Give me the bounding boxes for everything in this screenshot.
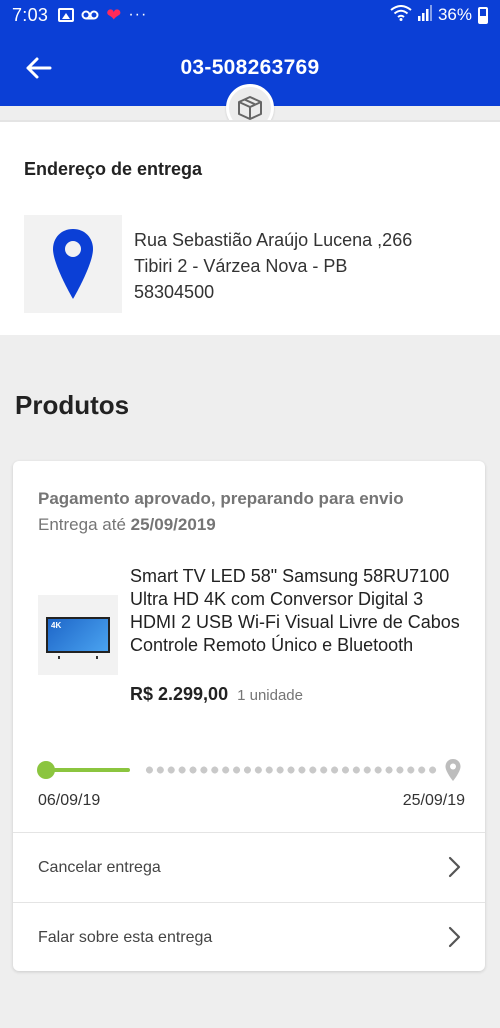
wifi-icon	[390, 4, 412, 26]
heart-icon: ❤	[106, 5, 122, 25]
delivery-estimate: Entrega até 25/09/2019	[38, 515, 216, 535]
cancel-delivery-button[interactable]: Cancelar entrega	[13, 832, 485, 902]
product-name[interactable]: Smart TV LED 58" Samsung 58RU7100 Ultra …	[130, 565, 470, 657]
map-pin-icon	[24, 215, 122, 313]
back-button[interactable]	[20, 50, 56, 86]
tv-thumb-label: 4K	[51, 621, 62, 630]
battery-percent: 36%	[437, 5, 472, 24]
tracking-start-date: 06/09/19	[38, 792, 101, 809]
image-icon	[58, 8, 75, 22]
delivery-prefix: Entrega até	[38, 515, 126, 534]
more-notifications-icon: ···	[128, 6, 148, 23]
products-title: Produtos	[15, 390, 130, 420]
talk-about-delivery-button[interactable]: Falar sobre esta entrega	[13, 902, 485, 972]
address-heading: Endereço de entrega	[24, 159, 203, 179]
product-price-line: R$ 2.299,00 1 unidade	[130, 684, 303, 705]
page-title: 03-508263769	[180, 56, 320, 79]
tracking-timeline	[37, 759, 467, 783]
cancel-delivery-label: Cancelar entrega	[38, 858, 161, 876]
status-bar: 7:03 ❤ ··· 36%	[0, 0, 500, 30]
chevron-right-icon	[448, 926, 461, 948]
talk-about-delivery-label: Falar sobre esta entrega	[38, 928, 213, 946]
address-text: Rua Sebastião Araújo Lucena ,266 Tibiri …	[134, 227, 412, 305]
product-price: R$ 2.299,00	[130, 684, 229, 704]
status-time: 7:03	[12, 4, 49, 25]
arrow-left-icon	[26, 57, 52, 79]
timeline-start-dot	[37, 761, 55, 779]
timeline-progress-bar	[53, 768, 130, 772]
tracking-end-date: 25/09/19	[402, 792, 465, 809]
address-line-street: Rua Sebastião Araújo Lucena ,266	[134, 230, 413, 250]
address-line-district: Tibiri 2 - Várzea Nova - PB	[134, 256, 348, 276]
address-line-zip: 58304500	[134, 282, 215, 302]
timeline-remaining-dots	[144, 766, 439, 774]
product-image[interactable]: 4K	[38, 595, 118, 675]
tv-thumbnail: 4K	[46, 617, 110, 659]
product-quantity: 1 unidade	[237, 687, 303, 704]
voicemail-icon	[81, 5, 99, 26]
battery-icon	[478, 6, 488, 24]
delivery-address-section: Endereço de entrega Rua Sebastião Araújo…	[0, 120, 500, 335]
signal-icon	[417, 4, 432, 26]
delivery-date: 25/09/2019	[130, 515, 216, 534]
chevron-right-icon	[448, 856, 461, 878]
order-card: Pagamento aprovado, preparando para envi…	[13, 461, 485, 971]
order-status: Pagamento aprovado, preparando para envi…	[38, 489, 404, 508]
timeline-end-pin-icon	[445, 759, 461, 781]
